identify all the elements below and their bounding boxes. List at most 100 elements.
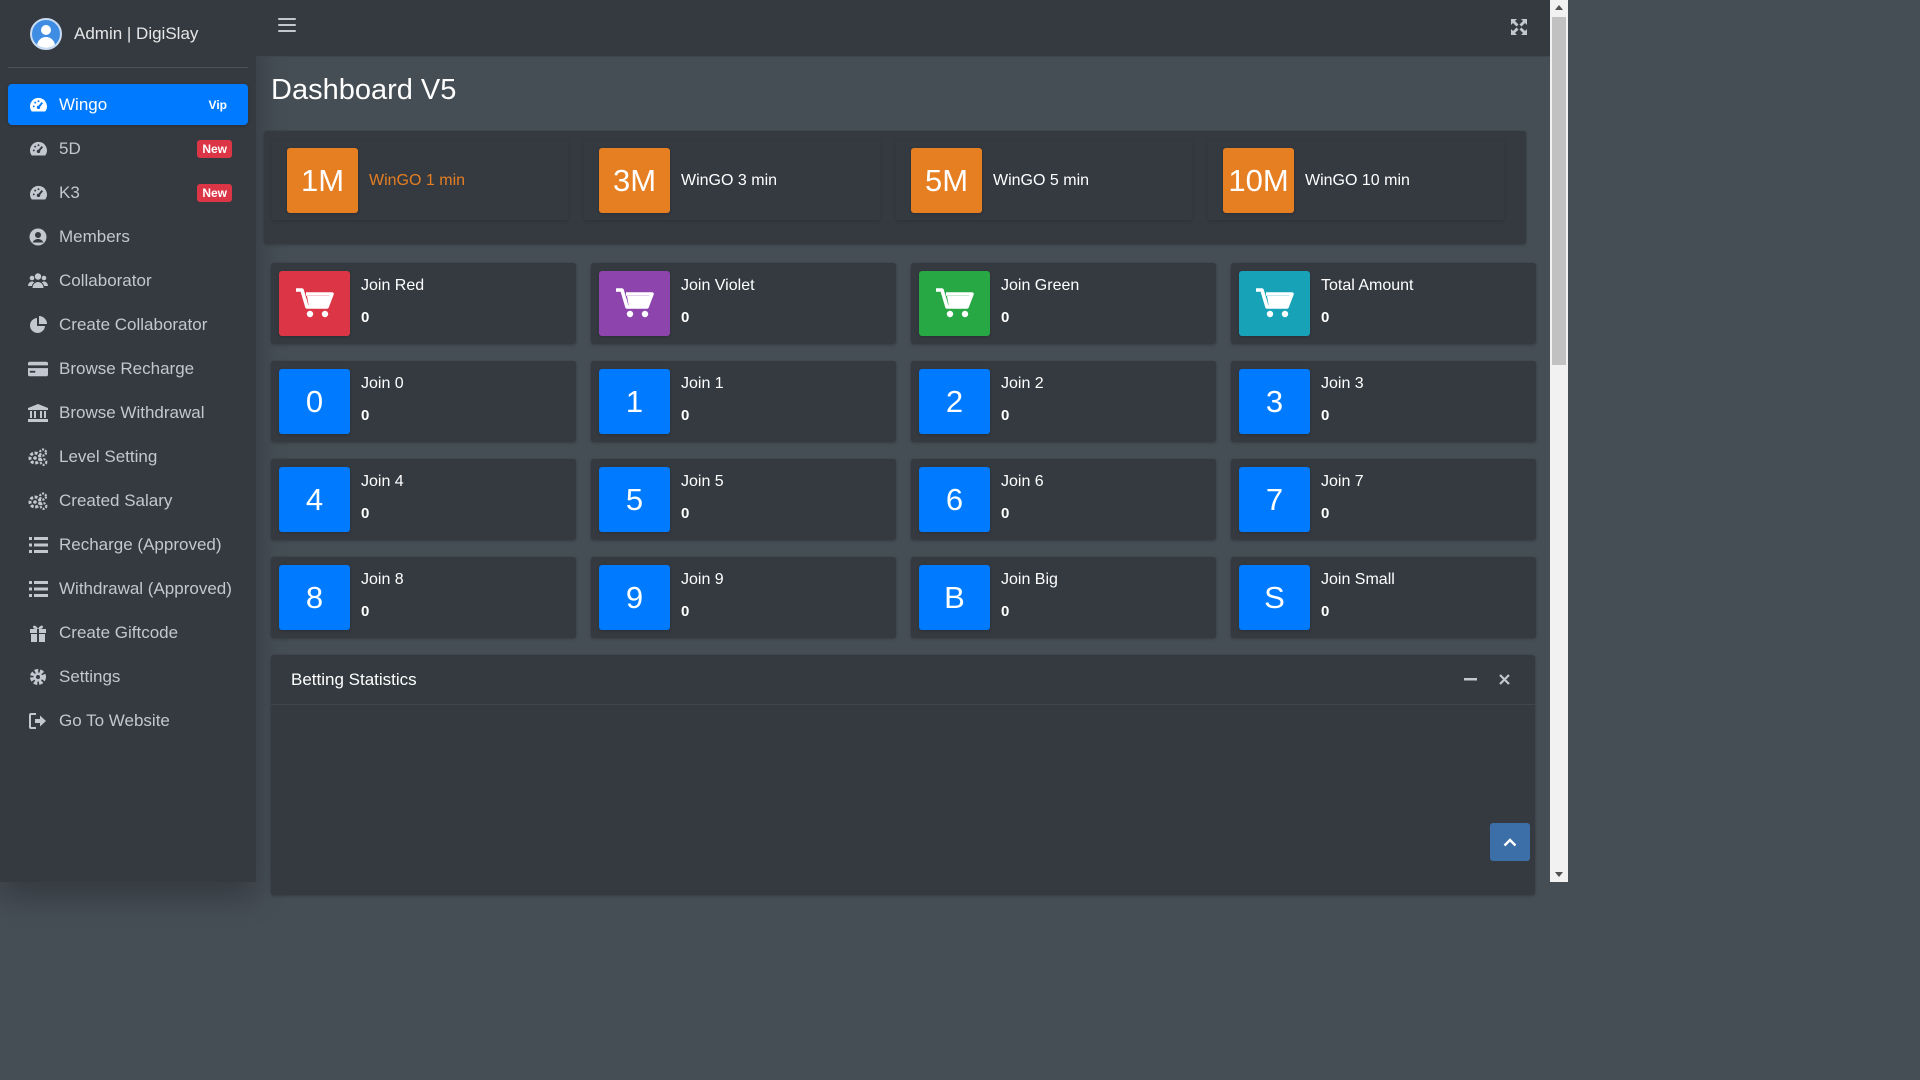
new-badge: New	[197, 139, 232, 158]
sidebar-item-recharge-approved[interactable]: Recharge (Approved)	[8, 524, 248, 565]
cart-icon	[599, 271, 670, 336]
join-label: Join 5	[681, 473, 724, 490]
cogs-icon	[28, 447, 48, 467]
users-icon	[28, 271, 48, 291]
join-info-box[interactable]: 2 Join 2 0	[911, 361, 1216, 442]
sidebar-item-wingo[interactable]: Wingo Vip	[8, 84, 248, 125]
tachometer-icon	[28, 139, 48, 159]
tachometer-icon	[28, 183, 48, 203]
fullscreen-icon[interactable]	[1510, 18, 1528, 36]
scroll-down-arrow-icon[interactable]	[1555, 872, 1563, 877]
join-label: Join 8	[361, 571, 404, 588]
sidebar-item-browse-withdrawal[interactable]: Browse Withdrawal	[8, 392, 248, 433]
minus-icon[interactable]	[1459, 669, 1481, 691]
sidebar-item-withdrawal-approved[interactable]: Withdrawal (Approved)	[8, 568, 248, 609]
sidebar-item-5d[interactable]: 5D New	[8, 128, 248, 169]
scroll-thumb[interactable]	[1552, 17, 1566, 365]
join-number-badge: 4	[279, 467, 350, 532]
join-label: Join Big	[1001, 571, 1058, 588]
join-info-box[interactable]: 5 Join 5 0	[591, 459, 896, 540]
join-info-box[interactable]: 8 Join 8 0	[271, 557, 576, 638]
sidebar-item-create-collaborator[interactable]: Create Collaborator	[8, 304, 248, 345]
sidebar-item-label: Browse Recharge	[59, 358, 195, 378]
join-info-box[interactable]: B Join Big 0	[911, 557, 1216, 638]
sidebar-item-members[interactable]: Members	[8, 216, 248, 257]
sidebar-item-label: Withdrawal (Approved)	[59, 578, 232, 598]
tachometer-icon	[28, 95, 48, 115]
join-info-box[interactable]: Join Red 0	[271, 263, 576, 344]
join-info-box[interactable]: S Join Small 0	[1231, 557, 1536, 638]
sidebar-item-settings[interactable]: Settings	[8, 656, 248, 697]
join-info-box[interactable]: Total Amount 0	[1231, 263, 1536, 344]
wingo-1min-box[interactable]: 1M WinGO 1 min	[272, 141, 568, 220]
join-value: 0	[681, 505, 690, 522]
sidebar: Admin | DigiSlay Wingo Vip 5D New K3 New	[0, 0, 256, 882]
close-icon[interactable]	[1493, 669, 1515, 691]
info-box-content: Join 5 0	[670, 467, 724, 532]
sidebar-item-label: Collaborator	[59, 270, 152, 290]
hamburger-menu-icon[interactable]	[278, 18, 296, 36]
join-number-badge: 6	[919, 467, 990, 532]
sidebar-item-create-giftcode[interactable]: Create Giftcode	[8, 612, 248, 653]
join-info-box[interactable]: Join Green 0	[911, 263, 1216, 344]
join-label: Join 9	[681, 571, 724, 588]
gear-icon	[28, 667, 48, 687]
join-label: Join 3	[1321, 375, 1364, 392]
sidebar-item-label: Members	[59, 226, 130, 246]
wingo-label: WinGO 1 min	[369, 171, 466, 189]
join-value: 0	[681, 309, 690, 326]
join-value: 0	[1001, 505, 1010, 522]
wingo-label: WinGO 10 min	[1305, 171, 1410, 189]
join-info-box[interactable]: 4 Join 4 0	[271, 459, 576, 540]
join-value: 0	[1321, 603, 1330, 620]
sidebar-item-label: Create Giftcode	[59, 622, 179, 642]
join-info-box[interactable]: 1 Join 1 0	[591, 361, 896, 442]
info-box-content: Join 7 0	[1310, 467, 1364, 532]
cart-icon	[1239, 271, 1310, 336]
join-info-box[interactable]: Join Violet 0	[591, 263, 896, 344]
wingo-10min-box[interactable]: 10M WinGO 10 min	[1208, 141, 1504, 220]
gift-icon	[28, 623, 48, 643]
sidebar-item-created-salary[interactable]: Created Salary	[8, 480, 248, 521]
sidebar-item-label: Wingo	[59, 94, 108, 114]
join-info-box[interactable]: 9 Join 9 0	[591, 557, 896, 638]
info-box-content: Join 9 0	[670, 565, 724, 630]
join-number-badge: B	[919, 565, 990, 630]
join-value: 0	[1001, 407, 1010, 424]
brand-title: Admin | DigiSlay	[74, 23, 199, 43]
brand-link[interactable]: Admin | DigiSlay	[8, 0, 248, 68]
info-box-content: Join 3 0	[1310, 369, 1364, 434]
sidebar-item-k3[interactable]: K3 New	[8, 172, 248, 213]
wingo-3min-box[interactable]: 3M WinGO 3 min	[584, 141, 880, 220]
page-scrollbar[interactable]	[1550, 0, 1568, 882]
join-label: Join Green	[1001, 277, 1080, 294]
wingo-5min-box[interactable]: 5M WinGO 5 min	[896, 141, 1192, 220]
join-value: 0	[681, 603, 690, 620]
sign-out-icon	[28, 711, 48, 731]
scroll-up-arrow-icon[interactable]	[1555, 5, 1563, 10]
info-box-content: Join Small 0	[1310, 565, 1395, 630]
sidebar-item-label: Browse Withdrawal	[59, 402, 205, 422]
chevron-up-icon	[1503, 837, 1517, 846]
sidebar-item-browse-recharge[interactable]: Browse Recharge	[8, 348, 248, 389]
list-icon	[28, 535, 48, 555]
sidebar-item-go-to-website[interactable]: Go To Website	[8, 700, 248, 741]
cart-icon	[279, 271, 350, 336]
sidebar-item-label: K3	[59, 182, 80, 202]
sidebar-item-collaborator[interactable]: Collaborator	[8, 260, 248, 301]
join-info-box[interactable]: 6 Join 6 0	[911, 459, 1216, 540]
new-badge: New	[197, 183, 232, 202]
cart-icon	[919, 271, 990, 336]
join-label: Join Violet	[681, 277, 755, 294]
sidebar-item-label: Settings	[59, 666, 121, 686]
back-to-top-button[interactable]	[1490, 823, 1530, 861]
sidebar-item-level-setting[interactable]: Level Setting	[8, 436, 248, 477]
sidebar-item-label: 5D	[59, 138, 81, 158]
user-avatar-icon	[30, 17, 62, 50]
pie-chart-icon	[28, 315, 48, 335]
join-info-box[interactable]: 3 Join 3 0	[1231, 361, 1536, 442]
join-info-box[interactable]: 0 Join 0 0	[271, 361, 576, 442]
main-content: Dashboard V5 1M WinGO 1 min 3M WinGO 3 m…	[256, 57, 1550, 895]
join-info-box[interactable]: 7 Join 7 0	[1231, 459, 1536, 540]
join-number-badge: S	[1239, 565, 1310, 630]
